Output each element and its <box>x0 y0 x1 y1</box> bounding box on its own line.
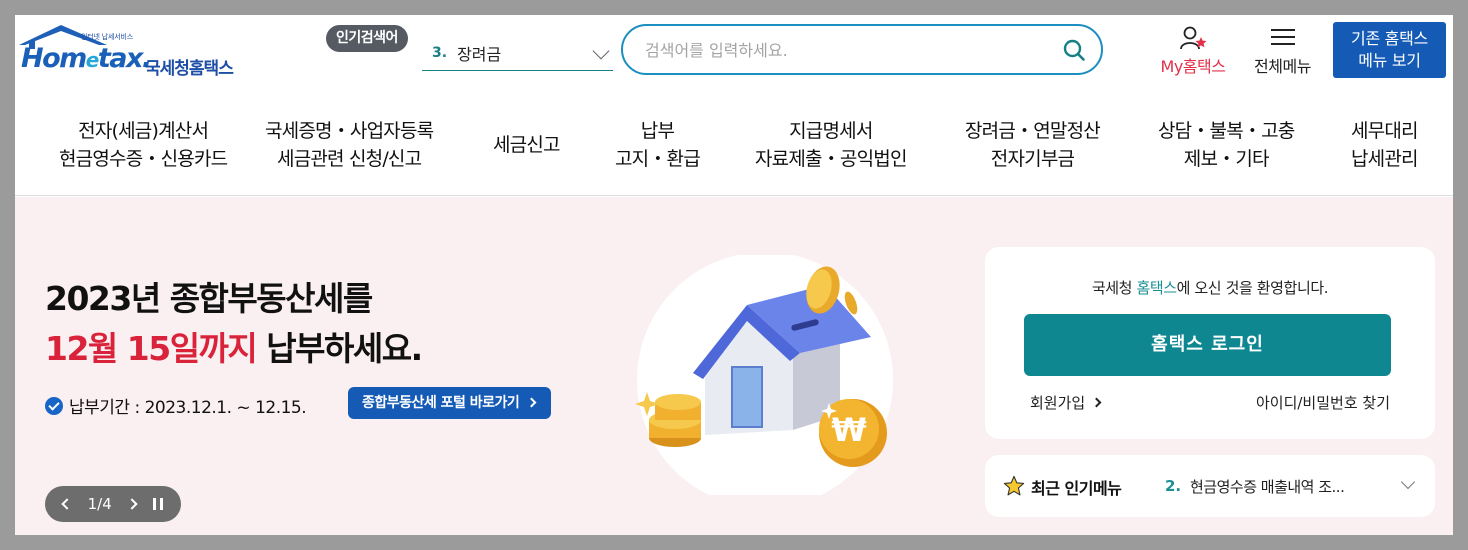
logo-korean-name: 국세청홈택스 <box>145 59 234 79</box>
nav-item-payment[interactable]: 납부 고지・환급 <box>615 117 701 173</box>
recent-menu-item: 현금영수증 매출내역 조... <box>1190 478 1345 496</box>
hometax-login-button[interactable]: 홈택스 로그인 <box>1024 314 1391 376</box>
search-icon[interactable] <box>1062 38 1086 62</box>
chevron-right-icon <box>1091 397 1102 408</box>
nav-item-sublabel: 현금영수증・신용카드 <box>59 148 228 170</box>
popular-search-dropdown[interactable]: 3. 장려금 <box>422 35 613 71</box>
nav-item-payment-statement[interactable]: 지급명세서 자료제출・공익법인 <box>755 117 907 173</box>
nav-item-tax-agent[interactable]: 세무대리 납세관리 <box>1351 117 1419 173</box>
payment-period-text: 납부기간 : 2023.12.1. ~ 12.15. <box>69 398 307 418</box>
chevron-down-icon <box>592 42 610 60</box>
chevron-right-icon[interactable] <box>126 498 139 510</box>
logo-wordmark: Hometax. <box>21 43 152 74</box>
search-box <box>621 24 1103 75</box>
recent-menu-title: 최근 인기메뉴 <box>1031 479 1122 498</box>
nav-item-sublabel: 고지・환급 <box>615 148 701 170</box>
welcome-message: 국세청 홈택스에 오신 것을 환영합니다. <box>1091 279 1329 297</box>
nav-item-sublabel: 제보・기타 <box>1183 148 1270 170</box>
banner-title-line2: 12월 15일까지 납부하세요. <box>45 329 423 368</box>
nav-item-label: 장려금・연말정산 <box>965 120 1101 142</box>
nav-item-consulting[interactable]: 상담・불복・고충 제보・기타 <box>1158 117 1295 173</box>
logo-tagline: 인터넷 납세서비스 <box>81 33 133 41</box>
old-hometax-line1: 기존 홈택스 <box>1351 29 1428 48</box>
chevron-left-icon[interactable] <box>61 498 73 510</box>
my-hometax-label: My홈택스 <box>1160 57 1226 76</box>
nav-item-label: 국세증명・사업자등록 <box>265 120 434 142</box>
signup-link[interactable]: 회원가입 <box>1030 392 1102 413</box>
nav-item-label: 지급명세서 <box>789 120 873 142</box>
search-input[interactable] <box>645 39 1045 61</box>
nav-item-sublabel: 전자기부금 <box>990 148 1075 170</box>
nav-item-label: 세금신고 <box>493 134 561 156</box>
main-nav: 전자(세금)계산서 현금영수증・신용카드 국세증명・사업자등록 세금관련 신청/… <box>15 100 1453 196</box>
pause-icon[interactable] <box>152 498 163 510</box>
nav-item-tax-certificate[interactable]: 국세증명・사업자등록 세금관련 신청/신고 <box>265 117 434 173</box>
nav-item-sublabel: 자료제출・공익법인 <box>755 148 907 170</box>
popular-search-rank: 3. <box>432 44 448 61</box>
all-menu-button[interactable]: 전체메뉴 <box>1245 25 1320 85</box>
recent-popular-menu[interactable]: 최근 인기메뉴 2. 현금영수증 매출내역 조... <box>985 455 1435 517</box>
user-star-icon <box>1180 26 1207 50</box>
check-circle-icon <box>45 396 63 415</box>
svg-text:₩: ₩ <box>831 411 866 449</box>
hometax-page: 인터넷 납세서비스 Hometax. 국세청홈택스 인기검색어 3. 장려금 M… <box>15 15 1453 535</box>
find-id-password-link[interactable]: 아이디/비밀번호 찾기 <box>1256 392 1390 413</box>
recent-menu-rank: 2. <box>1165 477 1182 495</box>
nav-item-label: 상담・불복・고충 <box>1158 120 1295 142</box>
payment-period: 납부기간 : 2023.12.1. ~ 12.15. <box>45 393 307 418</box>
nav-item-e-tax-invoice[interactable]: 전자(세금)계산서 현금영수증・신용카드 <box>59 117 228 173</box>
chevron-right-icon <box>526 397 537 408</box>
popular-search-term: 장려금 <box>457 44 502 64</box>
house-piggybank-illustration: ₩ <box>635 255 893 495</box>
nav-item-label: 전자(세금)계산서 <box>78 120 209 142</box>
old-hometax-line2: 메뉴 보기 <box>1358 51 1421 70</box>
nav-item-tax-filing[interactable]: 세금신고 <box>493 131 561 159</box>
all-menu-label: 전체메뉴 <box>1254 57 1311 76</box>
star-icon <box>1003 475 1025 496</box>
banner-page-indicator: 1/4 <box>87 495 112 513</box>
signup-label: 회원가입 <box>1030 394 1086 412</box>
banner-title-line1: 2023년 종합부동산세를 <box>45 279 373 318</box>
portal-button-label: 종합부동산세 포털 바로가기 <box>362 395 520 411</box>
hamburger-menu-icon <box>1271 29 1295 45</box>
hometax-logo[interactable]: 인터넷 납세서비스 Hometax. 국세청홈택스 <box>15 23 260 81</box>
login-card: 국세청 홈택스에 오신 것을 환영합니다. 홈택스 로그인 회원가입 아이디/비… <box>985 247 1435 439</box>
old-hometax-menu-button[interactable]: 기존 홈택스 메뉴 보기 <box>1333 22 1446 78</box>
nav-item-sublabel: 납세관리 <box>1351 148 1419 170</box>
popular-search-badge: 인기검색어 <box>326 25 408 52</box>
nav-item-incentive[interactable]: 장려금・연말정산 전자기부금 <box>965 117 1101 173</box>
property-tax-portal-button[interactable]: 종합부동산세 포털 바로가기 <box>348 387 552 419</box>
nav-item-label: 납부 <box>640 120 675 142</box>
banner-pager: 1/4 <box>45 486 181 522</box>
nav-item-label: 세무대리 <box>1351 120 1419 142</box>
my-hometax-button[interactable]: My홈택스 <box>1148 25 1238 85</box>
hero-banner: 2023년 종합부동산세를 12월 15일까지 납부하세요. 납부기간 : 20… <box>15 197 1453 535</box>
nav-item-sublabel: 세금관련 신청/신고 <box>277 148 422 170</box>
chevron-down-icon[interactable] <box>1400 474 1416 490</box>
